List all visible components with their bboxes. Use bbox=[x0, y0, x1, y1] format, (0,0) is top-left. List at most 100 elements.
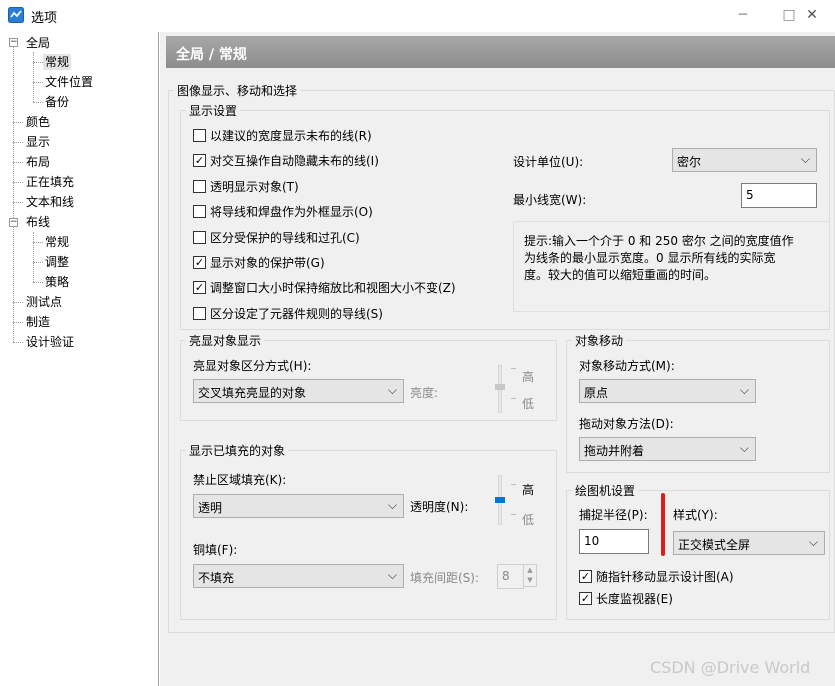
copper-fill-label: 铜填(F): bbox=[193, 543, 238, 557]
tree-item-routing[interactable]: 布线 bbox=[26, 214, 50, 230]
options-tree[interactable]: − 全局 常规 文件位置 备份 颜色 显示 布局 正在填充 文本和线 − 布线 … bbox=[0, 32, 159, 686]
move-method-label: 对象移动方式(M): bbox=[579, 359, 675, 373]
keepout-fill-dropdown[interactable]: 透明 ⌵ bbox=[193, 494, 404, 518]
min-width-label: 最小线宽(W): bbox=[513, 193, 587, 207]
tree-item-colors[interactable]: 颜色 bbox=[26, 114, 50, 130]
checkbox-auto-hide-unrouted[interactable]: ✓ 对交互操作自动隐藏未布的线(I) bbox=[193, 152, 379, 169]
min-width-input[interactable]: 5 bbox=[741, 183, 817, 208]
tree-connector bbox=[33, 62, 43, 63]
checkbox-show-design-with-pointer[interactable]: ✓ 随指针移动显示设计图(A) bbox=[579, 568, 734, 585]
slider-tick bbox=[511, 514, 516, 515]
expand-toggle-icon[interactable]: − bbox=[9, 38, 18, 47]
tree-connector bbox=[13, 122, 23, 123]
close-button[interactable]: ✕ bbox=[789, 0, 835, 30]
slider-tick bbox=[511, 484, 516, 485]
checkbox-box[interactable] bbox=[193, 129, 206, 142]
tree-connector bbox=[33, 262, 43, 263]
checkmark-icon[interactable]: ✓ bbox=[193, 154, 206, 167]
fill-spacing-stepper[interactable]: ▲ ▼ bbox=[523, 564, 537, 587]
tree-connector bbox=[33, 282, 43, 283]
checkbox-box[interactable] bbox=[193, 231, 206, 244]
slider-tick bbox=[511, 398, 516, 399]
minimize-button[interactable]: ─ bbox=[720, 0, 766, 30]
brightness-slider-thumb[interactable] bbox=[495, 384, 505, 390]
tree-item-layout[interactable]: 布局 bbox=[26, 154, 50, 170]
window-title: 选项 bbox=[31, 11, 58, 26]
tree-item-routing-adjust[interactable]: 调整 bbox=[45, 254, 69, 270]
brightness-high-label: 高 bbox=[522, 370, 535, 384]
tree-item-filling[interactable]: 正在填充 bbox=[26, 174, 74, 190]
tree-item-file-locations[interactable]: 文件位置 bbox=[45, 74, 93, 90]
style-label: 样式(Y): bbox=[673, 508, 718, 522]
checkbox-length-monitor[interactable]: ✓ 长度监视器(E) bbox=[579, 590, 673, 607]
tree-item-global[interactable]: 全局 bbox=[26, 35, 50, 51]
tree-connector bbox=[13, 182, 23, 183]
checkmark-icon[interactable]: ✓ bbox=[579, 570, 592, 583]
tree-connector bbox=[13, 162, 23, 163]
checkbox-label: 对交互操作自动隐藏未布的线(I) bbox=[210, 154, 379, 168]
move-method-dropdown[interactable]: 原点 ⌵ bbox=[579, 379, 756, 403]
settings-panel: 全局 / 常规 图像显示、移动和选择 显示设置 以建议的宽度显示未布的线(R) … bbox=[160, 32, 835, 686]
tree-item-test-points[interactable]: 测试点 bbox=[26, 294, 62, 310]
checkbox-outline-display[interactable]: 将导线和焊盘作为外框显示(O) bbox=[193, 203, 373, 220]
style-dropdown[interactable]: 正交模式全屏 ⌵ bbox=[673, 531, 825, 555]
checkbox-label: 透明显示对象(T) bbox=[210, 180, 299, 194]
tree-item-design-verification[interactable]: 设计验证 bbox=[26, 334, 74, 350]
checkmark-icon[interactable]: ✓ bbox=[193, 281, 206, 294]
chevron-down-icon: ⌵ bbox=[808, 535, 818, 549]
checkbox-label: 长度监视器(E) bbox=[596, 592, 673, 606]
dropdown-value: 拖动并附着 bbox=[584, 444, 645, 458]
tree-connector bbox=[13, 342, 23, 343]
design-unit-dropdown[interactable]: 密尔 ⌵ bbox=[672, 148, 817, 172]
checkbox-distinguish-protected[interactable]: 区分受保护的导线和过孔(C) bbox=[193, 229, 360, 246]
tree-connector bbox=[13, 47, 14, 342]
expand-toggle-icon[interactable]: − bbox=[9, 218, 18, 227]
checkbox-show-unrouted-suggested-width[interactable]: 以建议的宽度显示未布的线(R) bbox=[193, 127, 372, 144]
fill-spacing-label: 填充间距(S): bbox=[410, 571, 480, 585]
watermark: CSDN @Drive World bbox=[650, 658, 811, 677]
checkbox-label: 显示对象的保护带(G) bbox=[210, 256, 325, 270]
checkbox-box[interactable] bbox=[193, 180, 206, 193]
dropdown-value: 透明 bbox=[198, 501, 223, 515]
brightness-low-label: 低 bbox=[522, 397, 535, 411]
transparency-label: 透明度(N): bbox=[410, 500, 469, 514]
chevron-down-icon: ⌵ bbox=[387, 568, 397, 582]
chevron-down-icon: ⌵ bbox=[739, 441, 749, 455]
checkbox-transparent-objects[interactable]: 透明显示对象(T) bbox=[193, 178, 299, 195]
checkbox-label: 区分设定了元器件规则的导线(S) bbox=[210, 307, 383, 321]
snap-radius-input[interactable]: 10 bbox=[579, 529, 649, 554]
highlight-mode-label: 亮显对象区分方式(H): bbox=[193, 359, 312, 373]
object-move-title: 对象移动 bbox=[572, 332, 627, 349]
tree-connector bbox=[33, 242, 43, 243]
highlight-mode-dropdown[interactable]: 交叉填充亮显的对象 ⌵ bbox=[193, 379, 404, 403]
fill-spacing-input[interactable]: 8 bbox=[497, 564, 524, 589]
hint-text: 提示:输入一个介于 0 和 250 密尔 之间的宽度值作为线条的最小显示宽度。0… bbox=[524, 234, 794, 282]
checkmark-icon[interactable]: ✓ bbox=[579, 592, 592, 605]
checkbox-box[interactable] bbox=[193, 205, 206, 218]
dropdown-value: 密尔 bbox=[677, 155, 702, 169]
transparency-slider-thumb[interactable] bbox=[495, 497, 505, 503]
tree-item-text-lines[interactable]: 文本和线 bbox=[26, 194, 74, 210]
copper-fill-dropdown[interactable]: 不填充 ⌵ bbox=[193, 564, 404, 588]
brightness-label: 亮度: bbox=[410, 386, 439, 400]
design-unit-label: 设计单位(U): bbox=[513, 155, 584, 169]
tree-item-routing-general[interactable]: 常规 bbox=[45, 234, 69, 250]
drag-method-dropdown[interactable]: 拖动并附着 ⌵ bbox=[579, 437, 756, 461]
checkbox-component-rules[interactable]: 区分设定了元器件规则的导线(S) bbox=[193, 305, 383, 322]
tree-item-display[interactable]: 显示 bbox=[26, 134, 50, 150]
checkbox-keep-zoom[interactable]: ✓ 调整窗口大小时保持缩放比和视图大小不变(Z) bbox=[193, 279, 456, 296]
checkbox-box[interactable] bbox=[193, 307, 206, 320]
tree-item-routing-strategy[interactable]: 策略 bbox=[45, 274, 69, 290]
checkmark-icon[interactable]: ✓ bbox=[193, 256, 206, 269]
tree-item-general[interactable]: 常规 bbox=[43, 54, 72, 70]
checkbox-label: 以建议的宽度显示未布的线(R) bbox=[210, 129, 372, 143]
checkbox-show-guard-band[interactable]: ✓ 显示对象的保护带(G) bbox=[193, 254, 325, 271]
title-bar: 选项 ─ □ ✕ bbox=[0, 0, 835, 30]
tree-item-manufacturing[interactable]: 制造 bbox=[26, 314, 50, 330]
tree-item-backup[interactable]: 备份 bbox=[45, 94, 69, 110]
highlight-annotation-box bbox=[661, 493, 665, 556]
app-icon bbox=[8, 7, 24, 23]
drawing-settings-title: 绘图机设置 bbox=[572, 482, 639, 499]
dropdown-value: 不填充 bbox=[198, 571, 235, 585]
dropdown-value: 交叉填充亮显的对象 bbox=[198, 386, 307, 400]
